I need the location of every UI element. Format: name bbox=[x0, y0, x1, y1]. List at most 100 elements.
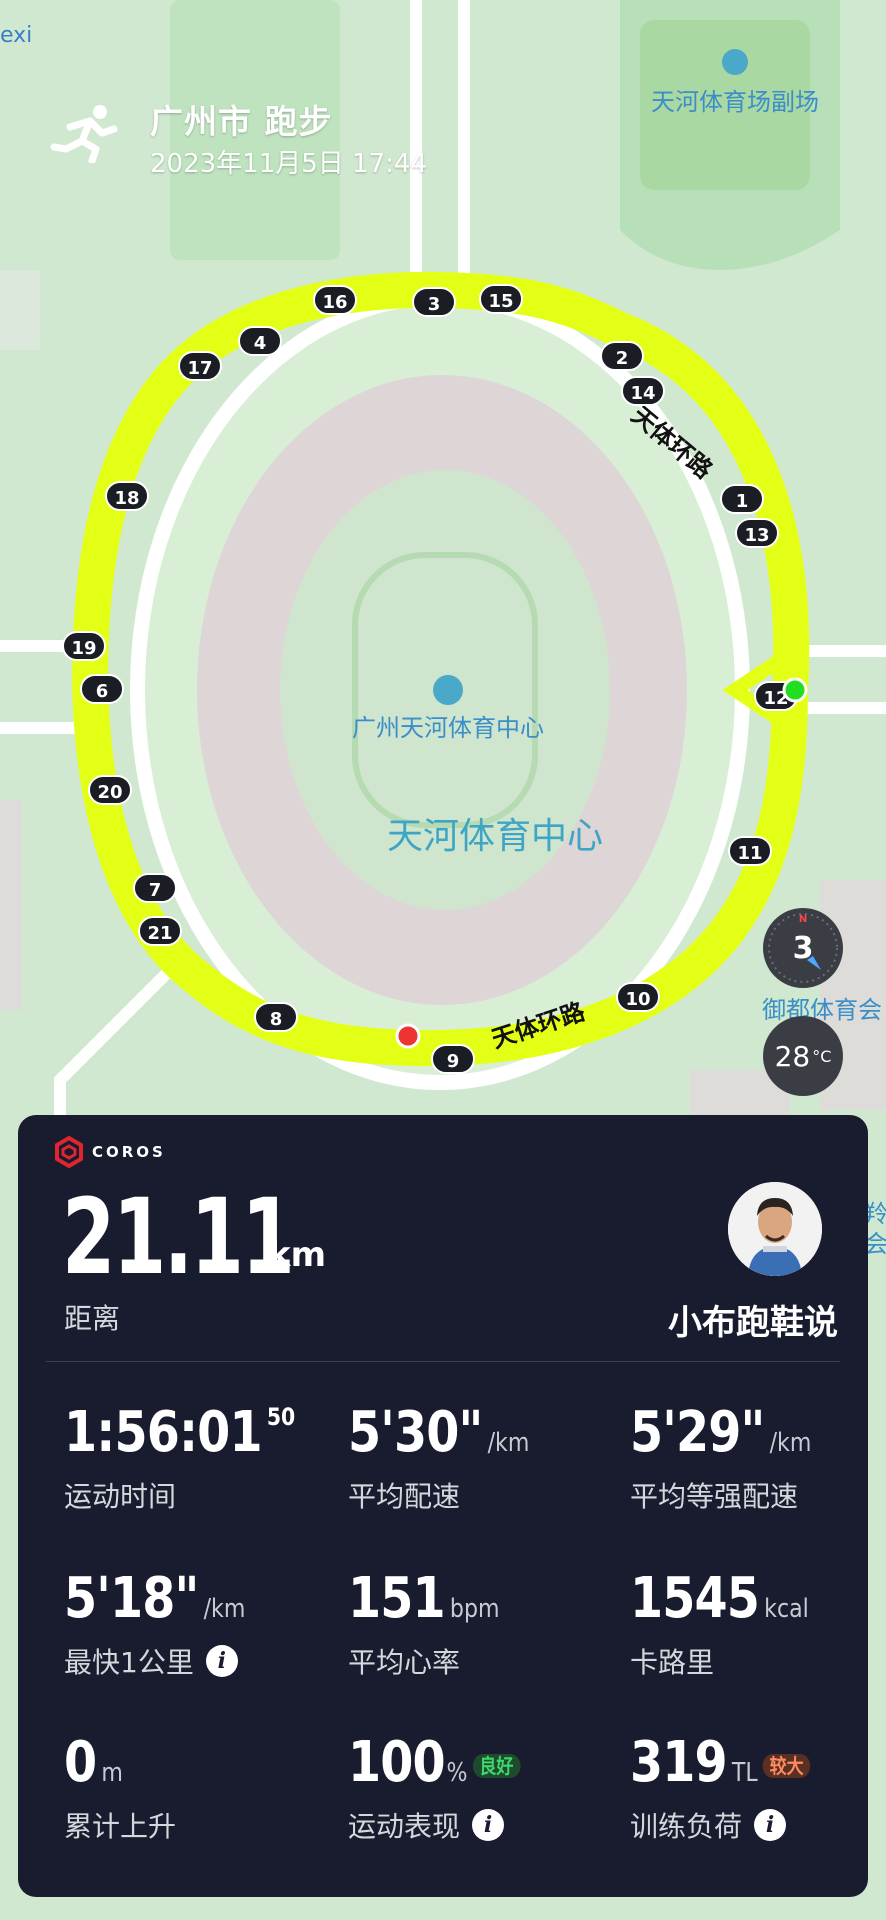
avatar[interactable] bbox=[728, 1182, 822, 1276]
km-marker-label: 1 bbox=[736, 491, 749, 512]
stat-label: 平均等强配速 bbox=[630, 1480, 799, 1513]
divider bbox=[46, 1361, 840, 1362]
venue-icon bbox=[433, 675, 463, 705]
stat-avg-heart-rate: 151 bpm 平均心率 bbox=[348, 1571, 608, 1691]
activity-header: 广州市 跑步 2023年11月5日 17:44 bbox=[50, 95, 470, 179]
stat-value: 100 bbox=[348, 1730, 446, 1795]
km-marker-label: 16 bbox=[322, 292, 347, 313]
km-marker: 19 bbox=[62, 631, 106, 661]
status-badge: 较大 bbox=[762, 1753, 811, 1778]
km-marker-label: 10 bbox=[625, 989, 650, 1010]
map-label-corner: exi bbox=[0, 23, 32, 48]
stat-value: 5'18" bbox=[64, 1566, 199, 1631]
stat-unit: /km bbox=[203, 1594, 246, 1624]
stat-avg-pace: 5'30"/km 平均配速 bbox=[348, 1405, 608, 1525]
stat-fastest-km: 5'18"/km 最快1公里 i bbox=[64, 1571, 324, 1691]
stat-value-fraction: 50 bbox=[266, 1403, 296, 1431]
stat-value: 151 bbox=[348, 1566, 446, 1631]
map-label-right-edge: 御都体育会 bbox=[762, 996, 882, 1024]
stat-label: 平均配速 bbox=[348, 1480, 461, 1513]
km-marker: 13 bbox=[735, 518, 779, 548]
info-icon[interactable]: i bbox=[205, 1645, 238, 1677]
stat-label: 运动表现 bbox=[348, 1810, 461, 1843]
temperature-badge: 28 °C bbox=[763, 1016, 843, 1096]
coros-logo-icon bbox=[55, 1136, 83, 1168]
km-marker: 4 bbox=[238, 326, 282, 356]
brand-logo: COROS bbox=[54, 1135, 166, 1169]
status-badge: 良好 bbox=[472, 1753, 521, 1778]
temperature-unit: °C bbox=[812, 1046, 832, 1066]
km-marker: 20 bbox=[88, 775, 132, 805]
stat-label: 卡路里 bbox=[630, 1646, 715, 1679]
km-marker: 16 bbox=[313, 285, 357, 315]
info-icon[interactable]: i bbox=[754, 1809, 787, 1841]
stat-value: 319 bbox=[630, 1730, 728, 1795]
stat-value: 0 bbox=[64, 1730, 97, 1795]
stat-unit: m bbox=[101, 1758, 123, 1788]
km-marker: 14 bbox=[621, 376, 665, 406]
stat-grade-adjusted-pace: 5'29"/km 平均等强配速 bbox=[630, 1405, 886, 1525]
stat-label: 训练负荷 bbox=[630, 1810, 743, 1843]
stat-label: 最快1公里 bbox=[64, 1646, 194, 1679]
km-marker: 8 bbox=[254, 1002, 298, 1032]
info-icon[interactable]: i bbox=[472, 1809, 505, 1841]
map-label-sub-stadium: 天河体育场副场 bbox=[651, 88, 819, 116]
stats-card: COROS 21.11 km 距离 小布跑鞋说 1:56:01 50 运动时间 5… bbox=[18, 1115, 868, 1897]
km-marker: 1 bbox=[720, 484, 764, 514]
start-point bbox=[782, 677, 808, 703]
building bbox=[0, 800, 22, 1010]
stat-duration: 1:56:01 50 运动时间 bbox=[64, 1405, 324, 1525]
stat-value: 5'29" bbox=[630, 1400, 765, 1465]
distance-unit: km bbox=[268, 1235, 327, 1275]
km-marker: 2 bbox=[600, 341, 644, 371]
building bbox=[0, 270, 40, 350]
km-marker-label: 18 bbox=[114, 488, 139, 509]
km-marker: 6 bbox=[80, 674, 124, 704]
compass-value: 3 bbox=[792, 930, 814, 966]
stat-label: 平均心率 bbox=[348, 1646, 461, 1679]
avatar-image bbox=[728, 1182, 822, 1276]
km-marker-label: 19 bbox=[71, 638, 96, 659]
km-marker-label: 3 bbox=[428, 294, 441, 315]
stat-value: 1:56:01 bbox=[64, 1400, 263, 1465]
stat-label: 运动时间 bbox=[64, 1480, 177, 1513]
author-name: 小布跑鞋说 bbox=[668, 1303, 838, 1343]
venue-icon bbox=[722, 49, 748, 75]
stat-performance: 100% 良好 运动表现 i bbox=[348, 1735, 608, 1855]
stat-unit: /km bbox=[487, 1428, 530, 1458]
km-marker: 15 bbox=[479, 284, 523, 314]
stat-label: 累计上升 bbox=[64, 1810, 177, 1843]
distance-label: 距离 bbox=[64, 1302, 121, 1335]
km-marker: 9 bbox=[431, 1044, 475, 1074]
stat-training-load: 319 TL 较大 训练负荷 i bbox=[630, 1735, 886, 1855]
stat-unit: bpm bbox=[449, 1594, 500, 1624]
km-marker-label: 21 bbox=[147, 923, 172, 944]
km-marker: 21 bbox=[138, 916, 182, 946]
km-marker-label: 14 bbox=[630, 383, 655, 404]
stat-unit: % bbox=[446, 1758, 468, 1788]
running-icon bbox=[50, 105, 118, 163]
km-marker: 3 bbox=[412, 287, 456, 317]
compass-button[interactable]: N 3 bbox=[763, 908, 843, 988]
km-marker: 17 bbox=[178, 351, 222, 381]
temperature-value: 28 bbox=[774, 1039, 811, 1073]
km-marker-label: 9 bbox=[447, 1051, 460, 1072]
map-label-venue-main: 天河体育中心 bbox=[387, 816, 603, 857]
km-marker-label: 13 bbox=[744, 525, 769, 546]
road bbox=[0, 722, 80, 734]
stat-unit: /km bbox=[769, 1428, 812, 1458]
stat-value: 5'30" bbox=[348, 1400, 483, 1465]
km-marker-label: 6 bbox=[96, 681, 109, 702]
km-marker: 7 bbox=[133, 873, 177, 903]
km-marker-label: 2 bbox=[616, 348, 629, 369]
km-marker-label: 11 bbox=[737, 843, 762, 864]
stat-elevation-gain: 0m 累计上升 bbox=[64, 1735, 324, 1855]
map-label-venue-center: 广州天河体育中心 bbox=[352, 714, 544, 742]
km-marker-label: 20 bbox=[97, 782, 122, 803]
km-marker: 11 bbox=[728, 836, 772, 866]
stat-unit: TL bbox=[731, 1758, 758, 1788]
stat-calories: 1545 kcal 卡路里 bbox=[630, 1571, 886, 1691]
km-marker-label: 17 bbox=[187, 358, 212, 379]
km-marker-label: 7 bbox=[149, 880, 162, 901]
svg-text:N: N bbox=[799, 914, 807, 925]
